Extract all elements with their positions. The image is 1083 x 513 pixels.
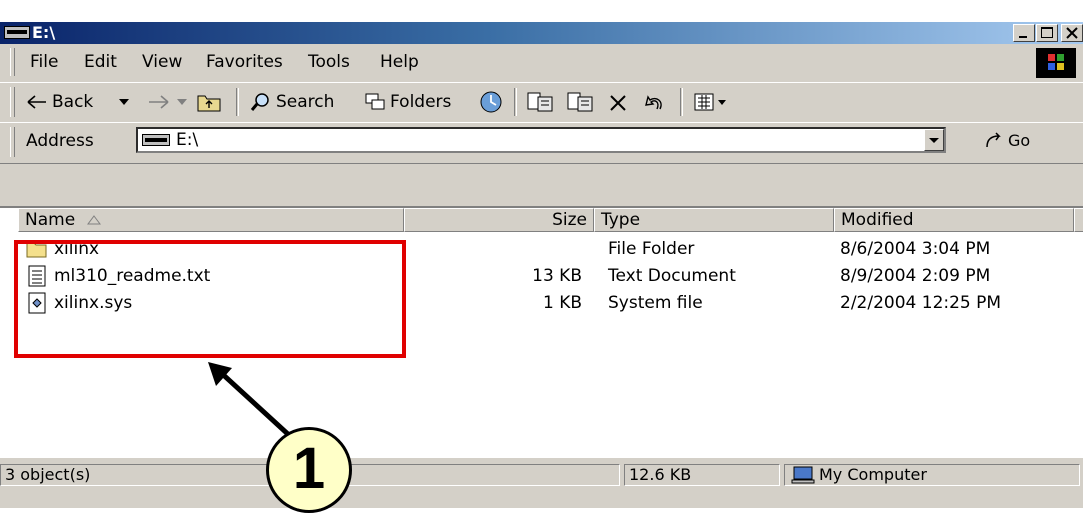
address-grip[interactable] [10, 127, 15, 157]
column-header-type[interactable]: Type [594, 208, 834, 232]
address-input[interactable]: E:\ [136, 127, 946, 153]
folders-icon [365, 93, 385, 110]
search-icon [250, 93, 269, 111]
title-bar[interactable]: E:\ [0, 22, 1083, 44]
windows-logo [1036, 48, 1076, 78]
search-button[interactable]: Search [250, 90, 334, 114]
drive-icon [142, 134, 170, 146]
status-size: 12.6 KB [624, 464, 780, 486]
go-label: Go [1008, 130, 1031, 150]
toolbar-separator [680, 88, 683, 116]
menu-tools[interactable]: Tools [308, 52, 350, 72]
highlight-box [14, 240, 406, 358]
go-arrow-icon [986, 132, 1001, 148]
file-type: System file [608, 293, 703, 313]
my-computer-icon [791, 466, 815, 484]
file-type: File Folder [608, 239, 695, 259]
back-label: Back [52, 92, 94, 112]
column-header-name[interactable]: Name [18, 208, 404, 232]
address-bar: Address E:\ Go [0, 122, 1083, 164]
column-header-filler [1074, 208, 1083, 232]
callout-number: 1 [292, 436, 326, 501]
file-size: 13 KB [532, 266, 582, 286]
chevron-down-icon [929, 138, 939, 143]
sort-ascending-icon [86, 215, 101, 225]
menu-grip[interactable] [10, 48, 15, 76]
menu-file[interactable]: File [30, 52, 58, 72]
file-type: Text Document [608, 266, 736, 286]
toolbar-grip[interactable] [10, 87, 15, 117]
standard-toolbar: Back Search Folders [0, 82, 1083, 123]
callout-marker: 1 [266, 427, 352, 513]
history-icon[interactable] [478, 90, 504, 114]
menu-view[interactable]: View [142, 52, 182, 72]
menu-favorites[interactable]: Favorites [206, 52, 283, 72]
copy-to-icon[interactable] [566, 91, 594, 113]
minimize-button[interactable] [1013, 24, 1035, 42]
move-to-icon[interactable] [526, 91, 554, 113]
minimize-icon [1019, 36, 1027, 38]
toolbar-separator [514, 88, 517, 116]
maximize-button[interactable] [1036, 24, 1058, 42]
status-location: My Computer [784, 464, 1080, 486]
folders-label: Folders [390, 92, 452, 112]
back-button[interactable]: Back [26, 90, 93, 114]
go-button[interactable]: Go [984, 128, 1030, 152]
search-label: Search [276, 92, 335, 112]
delete-icon[interactable] [608, 93, 628, 113]
file-modified: 8/6/2004 3:04 PM [840, 239, 991, 259]
column-name-label: Name [25, 210, 76, 230]
up-folder-icon[interactable] [196, 91, 222, 113]
column-header-size[interactable]: Size [404, 208, 594, 232]
window-title: E:\ [32, 23, 56, 42]
undo-icon[interactable] [642, 93, 666, 113]
menu-edit[interactable]: Edit [84, 52, 117, 72]
maximize-icon [1041, 27, 1053, 38]
slide-top-strip [0, 0, 1083, 22]
status-bar: 3 object(s) 12.6 KB My Computer [0, 462, 1083, 488]
forward-arrow-icon[interactable] [146, 94, 170, 110]
folders-button[interactable]: Folders [364, 90, 451, 114]
file-size: 1 KB [542, 293, 582, 313]
back-arrow-icon [27, 95, 46, 109]
column-header-modified[interactable]: Modified [834, 208, 1074, 232]
file-modified: 8/9/2004 2:09 PM [840, 266, 991, 286]
close-button[interactable] [1061, 24, 1083, 42]
status-location-label: My Computer [819, 465, 927, 484]
address-value: E:\ [176, 130, 199, 150]
close-icon [1066, 27, 1078, 39]
drive-icon [4, 26, 30, 39]
menu-bar: File Edit View Favorites Tools Help [0, 44, 1083, 82]
forward-dropdown-icon[interactable] [176, 98, 188, 106]
windows-flag-icon [1048, 54, 1064, 70]
views-icon[interactable] [694, 92, 730, 112]
address-dropdown-button[interactable] [924, 129, 944, 151]
file-modified: 2/2/2004 12:25 PM [840, 293, 1002, 313]
menu-help[interactable]: Help [380, 52, 419, 72]
dropdown-arrow-icon[interactable] [118, 98, 130, 106]
toolbar-separator [236, 88, 239, 116]
address-label: Address [26, 131, 94, 151]
